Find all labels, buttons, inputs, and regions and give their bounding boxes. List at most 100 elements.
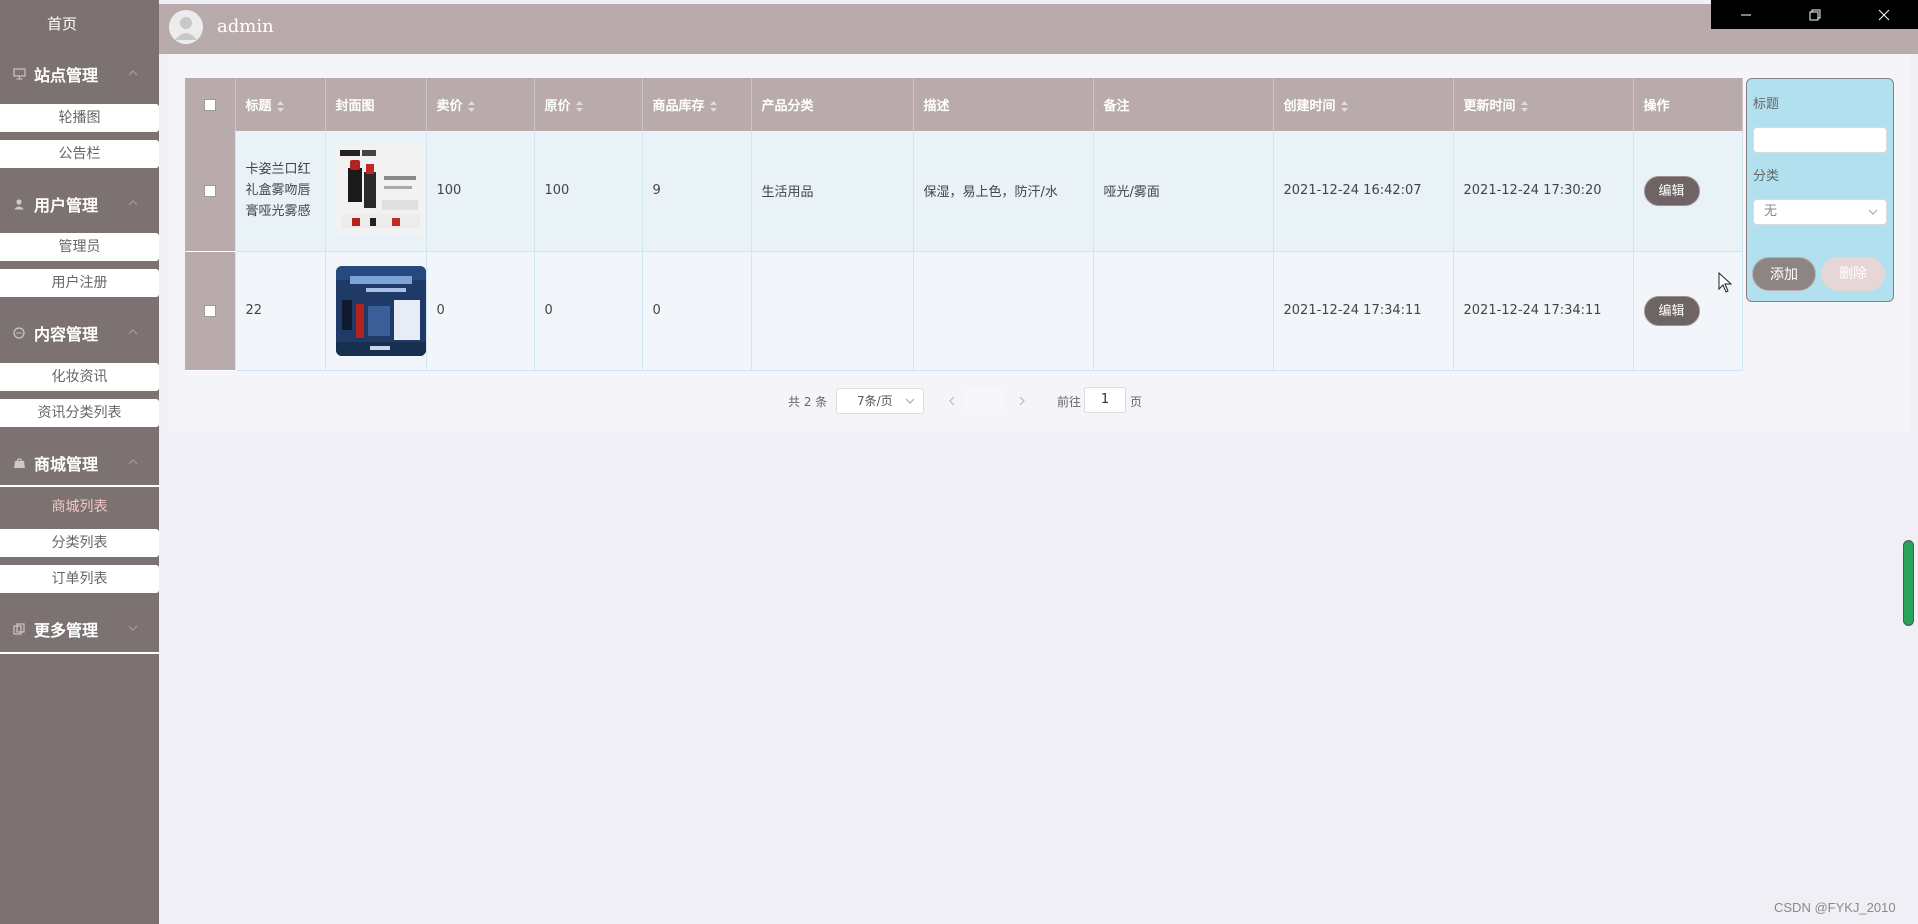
menu-divider	[0, 485, 159, 487]
sidebar-group-label: 更多管理	[34, 621, 99, 640]
page-size-value: 7条/页	[857, 394, 893, 408]
cell-description: 保湿，易上色，防汗/水	[913, 131, 1094, 252]
edit-button[interactable]: 编辑	[1643, 295, 1700, 326]
page-size-select[interactable]: 7条/页	[836, 388, 924, 414]
cell-original-price: 0	[534, 251, 643, 371]
select-all-checkbox[interactable]	[203, 98, 216, 111]
category-label: 分类	[1753, 169, 1780, 184]
watermark-text: CSDN @FYKJ_2010	[1774, 900, 1896, 915]
row-checkbox-cell[interactable]	[185, 131, 236, 252]
sidebar-item-admins[interactable]: 管理员	[0, 233, 159, 261]
goto-page-input[interactable]: 1	[1084, 387, 1126, 413]
sidebar-group-more[interactable]: 更多管理	[0, 609, 159, 649]
avatar[interactable]	[169, 10, 203, 44]
select-all-checkbox-cell[interactable]	[185, 78, 236, 131]
cell-updated: 2021-12-24 17:30:20	[1453, 131, 1634, 252]
cell-created: 2021-12-24 17:34:11	[1273, 251, 1454, 371]
table-row: 卡姿兰口红礼盒雾吻唇膏哑光雾感 100 100 9 生活用品 保湿，易上色，防汗…	[185, 131, 1743, 252]
sort-icon[interactable]	[1340, 101, 1348, 112]
category-select[interactable]: 无	[1753, 199, 1887, 225]
page-number-current[interactable]	[966, 388, 1006, 414]
chevron-left-icon	[949, 396, 955, 406]
chevron-up-icon	[128, 70, 138, 76]
filter-panel: 标题 分类 无 添加 删除	[1746, 78, 1894, 302]
minimize-icon	[1740, 14, 1751, 15]
pagination-unit-label: 页	[1130, 395, 1143, 409]
sidebar-group-content[interactable]: 内容管理	[0, 313, 159, 353]
col-cover: 封面图	[325, 78, 427, 131]
col-description: 描述	[913, 78, 1094, 131]
chevron-up-icon	[128, 459, 138, 465]
sidebar-item-news-category[interactable]: 资讯分类列表	[0, 399, 159, 427]
col-created[interactable]: 创建时间	[1273, 78, 1454, 131]
col-actions: 操作	[1633, 78, 1743, 131]
monitor-icon	[12, 67, 26, 81]
sidebar: 首页 站点管理 轮播图 公告栏 用户管理 管理员 用户注册 内容管理 化妆资讯 …	[0, 0, 159, 924]
cell-cover	[325, 251, 427, 371]
sort-icon[interactable]	[575, 101, 583, 112]
chevron-right-icon	[1019, 396, 1025, 406]
top-header: admin	[159, 4, 1918, 54]
col-original-price[interactable]: 原价	[534, 78, 643, 131]
sidebar-group-label: 站点管理	[34, 66, 99, 85]
col-title[interactable]: 标题	[235, 78, 326, 131]
sidebar-group-site[interactable]: 站点管理	[0, 54, 159, 94]
cover-image-lipstick-banner	[335, 265, 426, 356]
col-stock[interactable]: 商品库存	[642, 78, 752, 131]
table-header-row: 标题 封面图 卖价 原价 商品库存 产品分类 描述 备注 创建时间 更新时间 操…	[185, 78, 1743, 131]
sidebar-item-carousel[interactable]: 轮播图	[0, 104, 159, 132]
sidebar-item-category-list[interactable]: 分类列表	[0, 529, 159, 557]
sort-icon[interactable]	[709, 101, 717, 112]
sort-icon[interactable]	[1520, 101, 1528, 112]
sidebar-home-link[interactable]: 首页	[0, 6, 124, 42]
cell-description	[913, 251, 1094, 371]
sidebar-item-user-register[interactable]: 用户注册	[0, 269, 159, 297]
copy-icon	[12, 622, 26, 636]
prev-page-button[interactable]	[938, 388, 966, 414]
chevron-down-icon	[128, 625, 138, 631]
sort-icon[interactable]	[467, 101, 475, 112]
edit-button[interactable]: 编辑	[1643, 175, 1700, 206]
close-button[interactable]	[1849, 0, 1918, 29]
sidebar-item-shop-list[interactable]: 商城列表	[0, 493, 159, 521]
row-checkbox[interactable]	[203, 184, 216, 197]
col-updated[interactable]: 更新时间	[1453, 78, 1634, 131]
delete-button[interactable]: 删除	[1821, 257, 1885, 291]
user-icon	[12, 197, 26, 211]
next-page-button[interactable]	[1008, 388, 1036, 414]
cell-title: 卡姿兰口红礼盒雾吻唇膏哑光雾感	[235, 131, 326, 252]
cell-remark	[1093, 251, 1274, 371]
restore-button[interactable]	[1780, 0, 1849, 29]
sidebar-item-beauty-news[interactable]: 化妆资讯	[0, 363, 159, 391]
cell-actions: 编辑	[1633, 131, 1743, 252]
col-price[interactable]: 卖价	[426, 78, 535, 131]
scrollbar-thumb[interactable]	[1903, 540, 1914, 626]
cell-actions: 编辑	[1633, 251, 1743, 371]
cell-price: 0	[426, 251, 535, 371]
table-row: 22 0 0 0 2021-12-24 17:34:11 2021-12-24 …	[185, 251, 1743, 371]
sidebar-item-order-list[interactable]: 订单列表	[0, 565, 159, 593]
cell-category	[751, 251, 914, 371]
chevron-up-icon	[128, 329, 138, 335]
cell-updated: 2021-12-24 17:34:11	[1453, 251, 1634, 371]
sidebar-item-notice[interactable]: 公告栏	[0, 140, 159, 168]
product-table: 标题 封面图 卖价 原价 商品库存 产品分类 描述 备注 创建时间 更新时间 操…	[185, 78, 1743, 371]
add-button[interactable]: 添加	[1752, 257, 1816, 291]
sidebar-group-users[interactable]: 用户管理	[0, 184, 159, 224]
close-icon	[1878, 9, 1889, 20]
window-controls	[1711, 0, 1918, 29]
minimize-button[interactable]	[1711, 0, 1780, 29]
sort-icon[interactable]	[276, 101, 284, 112]
chevron-down-icon	[1868, 209, 1878, 215]
title-input[interactable]	[1753, 127, 1887, 153]
pagination-total: 共 2 条	[788, 395, 828, 409]
menu-divider	[0, 652, 159, 654]
row-checkbox-cell[interactable]	[185, 251, 236, 371]
cell-cover	[325, 131, 427, 252]
cell-original-price: 100	[534, 131, 643, 252]
row-checkbox[interactable]	[203, 304, 216, 317]
cover-image-lipstick-box	[335, 145, 426, 236]
mouse-cursor-icon	[1718, 272, 1733, 293]
cell-created: 2021-12-24 16:42:07	[1273, 131, 1454, 252]
sidebar-group-shop[interactable]: 商城管理	[0, 443, 159, 483]
